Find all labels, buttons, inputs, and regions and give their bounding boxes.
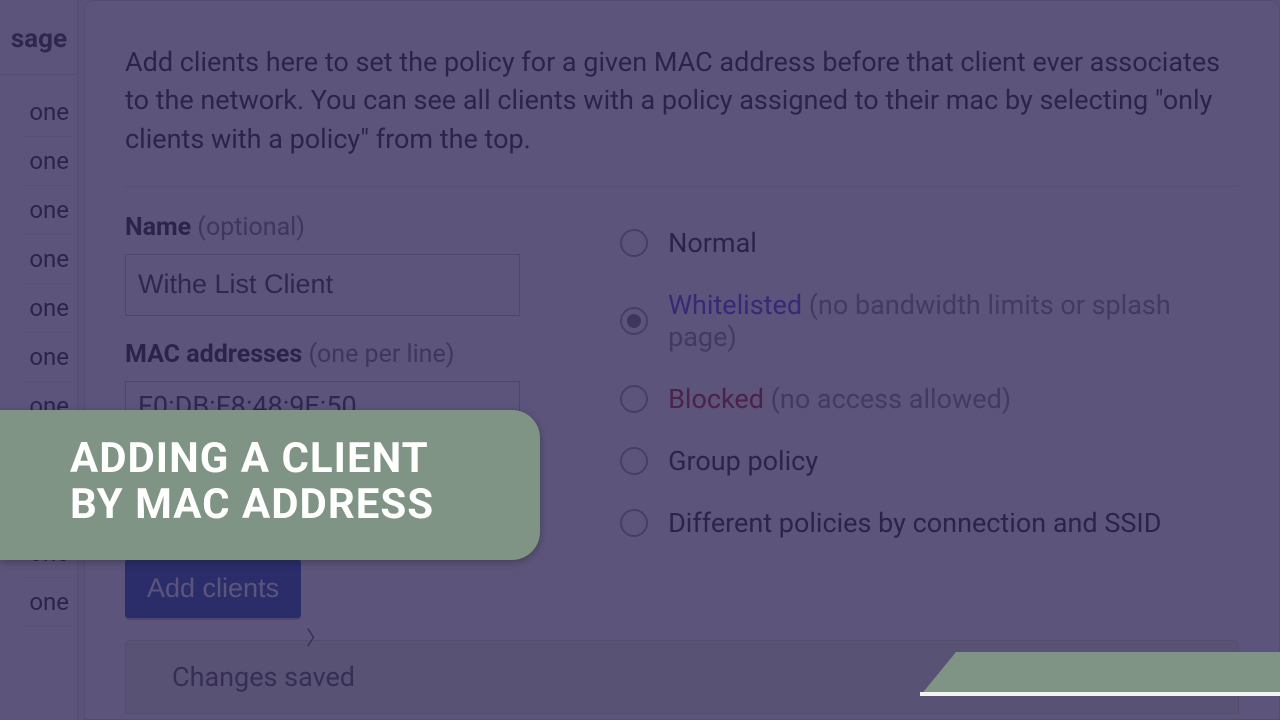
- overlay-title-line2: BY MAC ADDRESS: [70, 482, 504, 528]
- overlay-title-line1: ADDING A CLIENT: [70, 436, 504, 482]
- overlay-dim: [0, 0, 1280, 720]
- overlay-title-card: ADDING A CLIENT BY MAC ADDRESS: [0, 410, 540, 560]
- overlay-wedge-underline: [920, 692, 1280, 696]
- overlay-wedge-fill: [920, 652, 1280, 696]
- overlay-wedge: [920, 652, 1280, 696]
- app-root: sage one one one one one one one one one…: [0, 0, 1280, 720]
